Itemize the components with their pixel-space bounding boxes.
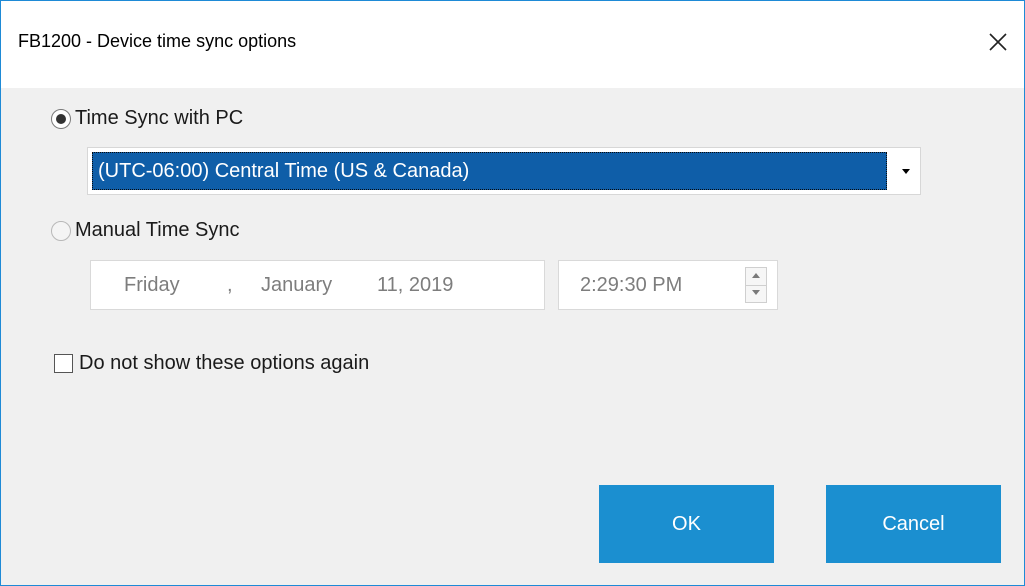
date-separator: , (227, 274, 233, 296)
date-month: January (261, 274, 333, 296)
radio-manual-time-sync[interactable]: Manual Time Sync (51, 219, 240, 242)
spin-down-icon[interactable] (746, 285, 766, 302)
radio-sync-with-pc-label: Time Sync with PC (75, 107, 244, 129)
window-title: FB1200 - Device time sync options (18, 31, 297, 51)
radio-manual-time-sync-label: Manual Time Sync (75, 219, 240, 241)
date-picker[interactable]: Friday , January 11, 2019 (90, 260, 612, 310)
ok-button[interactable]: OK (599, 485, 774, 563)
close-button[interactable] (979, 25, 1019, 61)
radio-sync-with-pc-indicator[interactable] (51, 108, 71, 129)
timezone-selected-value[interactable]: (UTC-06:00) Central Time (US & Canada) (92, 152, 887, 190)
time-spinner[interactable] (745, 267, 767, 303)
chevron-down-icon[interactable] (891, 152, 919, 190)
dont-show-again-label: Do not show these options again (79, 352, 370, 374)
date-weekday: Friday (124, 274, 180, 296)
dialog-window: FB1200 - Device time sync options Time S… (0, 0, 1025, 586)
title-bar: FB1200 - Device time sync options (1, 1, 1024, 88)
time-value: 2:29:30 PM (580, 274, 683, 296)
spin-up-icon[interactable] (746, 268, 766, 286)
dont-show-again-checkbox[interactable] (54, 354, 73, 373)
dont-show-again-option[interactable]: Do not show these options again (54, 352, 369, 375)
cancel-button[interactable]: Cancel (826, 485, 1001, 563)
close-icon (989, 33, 1007, 51)
time-picker[interactable]: 2:29:30 PM (558, 260, 778, 310)
timezone-dropdown[interactable]: (UTC-06:00) Central Time (US & Canada) (87, 147, 921, 195)
date-day-year: 11, 2019 (377, 274, 454, 296)
radio-sync-with-pc[interactable]: Time Sync with PC (51, 107, 243, 130)
radio-manual-time-sync-indicator[interactable] (51, 220, 71, 241)
